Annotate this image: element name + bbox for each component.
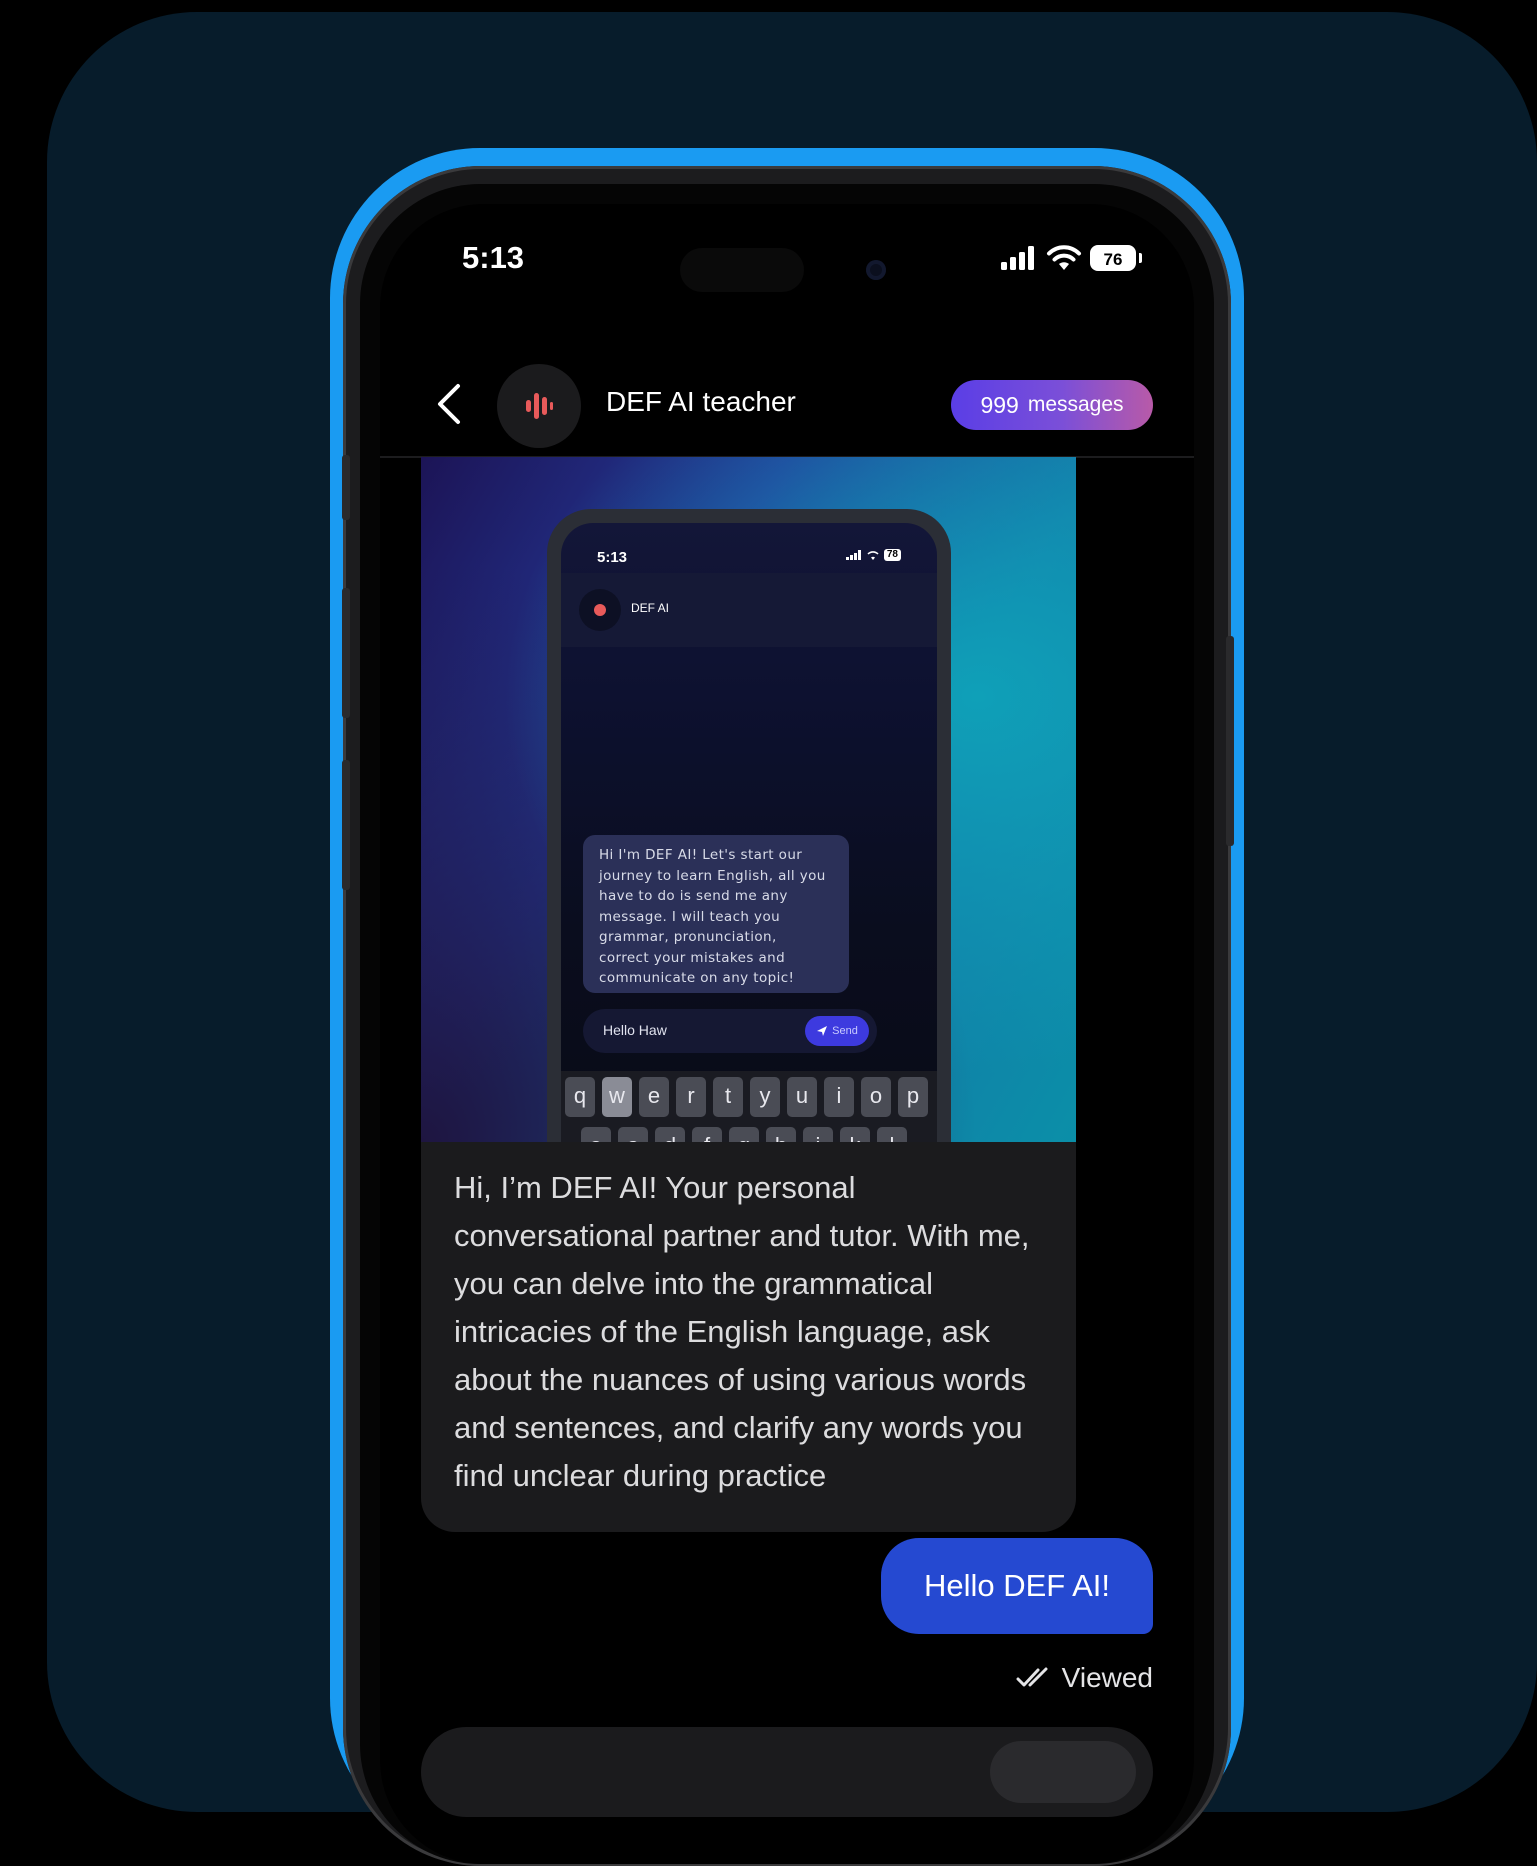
preview-title: DEF AI: [631, 601, 670, 615]
key: q: [565, 1077, 595, 1117]
key: o: [861, 1077, 891, 1117]
cellular-signal-icon: [1001, 246, 1034, 270]
phone-power-button: [1226, 636, 1234, 846]
voice-wave-icon: [526, 393, 553, 419]
status-time: 5:13: [462, 240, 525, 275]
key: d: [655, 1127, 685, 1142]
status-icons: 76: [1000, 244, 1142, 272]
back-button[interactable]: [430, 382, 470, 426]
messages-label: messages: [1027, 393, 1124, 416]
chat-header: DEF AI teacher 999 messages: [380, 352, 1194, 458]
teacher-avatar[interactable]: [497, 364, 581, 448]
battery-icon: 78: [883, 549, 901, 561]
preview-input-text: Hello Haw: [603, 1022, 667, 1038]
chevron-left-icon: [438, 384, 460, 424]
key: f: [692, 1127, 722, 1142]
key: i: [824, 1077, 854, 1117]
preview-bubble-line: correct your mistakes and: [599, 949, 786, 966]
preview-bubble-line: grammar, pronunciation,: [599, 929, 777, 945]
preview-bubble-line: have to do is send me any: [599, 888, 788, 904]
key: w: [602, 1077, 632, 1117]
key: k: [840, 1127, 870, 1142]
phone-volume-down-button: [342, 760, 350, 890]
ai-message-text: Hi, I’m DEF AI! Your personal conversati…: [454, 1170, 1030, 1493]
key: h: [766, 1127, 796, 1142]
key: a: [581, 1127, 611, 1142]
key: l: [877, 1127, 907, 1142]
preview-keyboard: q w e r t y u i o p a s d f g h: [561, 1071, 937, 1142]
key: u: [787, 1077, 817, 1117]
preview-status-time: 5:13: [597, 549, 628, 566]
wifi-icon: [867, 551, 879, 560]
recording-dot-icon: [579, 589, 621, 631]
message-input-bar[interactable]: [421, 1727, 1153, 1817]
preview-message-input: Hello Haw Send: [583, 1009, 877, 1053]
preview-bubble-line: journey to learn English, all you: [599, 867, 826, 884]
send-button[interactable]: [990, 1741, 1136, 1803]
phone-action-button: [342, 455, 350, 520]
ai-message-bubble: Hi, I’m DEF AI! Your personal conversati…: [421, 1142, 1076, 1532]
double-check-icon: [1016, 1667, 1048, 1687]
preview-bubble-line: communicate on any topic!: [599, 970, 795, 986]
user-message-text: Hello DEF AI!: [923, 1568, 1111, 1603]
messages-remaining-badge[interactable]: 999 messages: [951, 380, 1153, 430]
keyboard-row-1: q w e r t y u i o p: [565, 1077, 928, 1117]
key: t: [713, 1077, 743, 1117]
messages-count: 999: [980, 391, 1019, 418]
key: p: [898, 1077, 928, 1117]
preview-send-label: Send: [832, 1025, 858, 1037]
phone-volume-up-button: [342, 588, 350, 718]
phone-screen: 5:13 76 DEF AI teacher 999 messages 5:13…: [380, 204, 1194, 1864]
dynamic-island: [680, 248, 804, 292]
key: j: [803, 1127, 833, 1142]
chat-image-attachment[interactable]: 5:13 78 DEF AI Hi I'm DEF AI! Let's star…: [421, 457, 1076, 1142]
key: r: [676, 1077, 706, 1117]
wifi-icon: [1047, 245, 1081, 270]
keyboard-row-2: a s d f g h j k l: [581, 1127, 907, 1142]
key: g: [729, 1127, 759, 1142]
front-camera: [866, 260, 886, 280]
key: e: [639, 1077, 669, 1117]
cellular-signal-icon: [845, 550, 861, 560]
message-status: Viewed: [1016, 1662, 1153, 1694]
preview-ai-bubble: Hi I'm DEF AI! Let's start our journey t…: [583, 835, 849, 993]
key: s: [618, 1127, 648, 1142]
preview-chat-header: DEF AI: [561, 573, 937, 647]
user-message-bubble: Hello DEF AI!: [881, 1538, 1153, 1634]
message-status-label: Viewed: [1061, 1662, 1153, 1693]
preview-phone-screen: 5:13 78 DEF AI Hi I'm DEF AI! Let's star…: [561, 523, 937, 1142]
preview-send-button: Send: [805, 1016, 869, 1046]
key: y: [750, 1077, 780, 1117]
battery-icon: 76: [1090, 245, 1142, 271]
preview-status-icons: 78: [845, 549, 901, 561]
chat-title: DEF AI teacher: [606, 386, 796, 417]
preview-bubble-line: Hi I'm DEF AI! Let's start our: [599, 847, 803, 863]
preview-bubble-line: message. I will teach you: [599, 908, 781, 925]
send-icon: [817, 1026, 828, 1036]
